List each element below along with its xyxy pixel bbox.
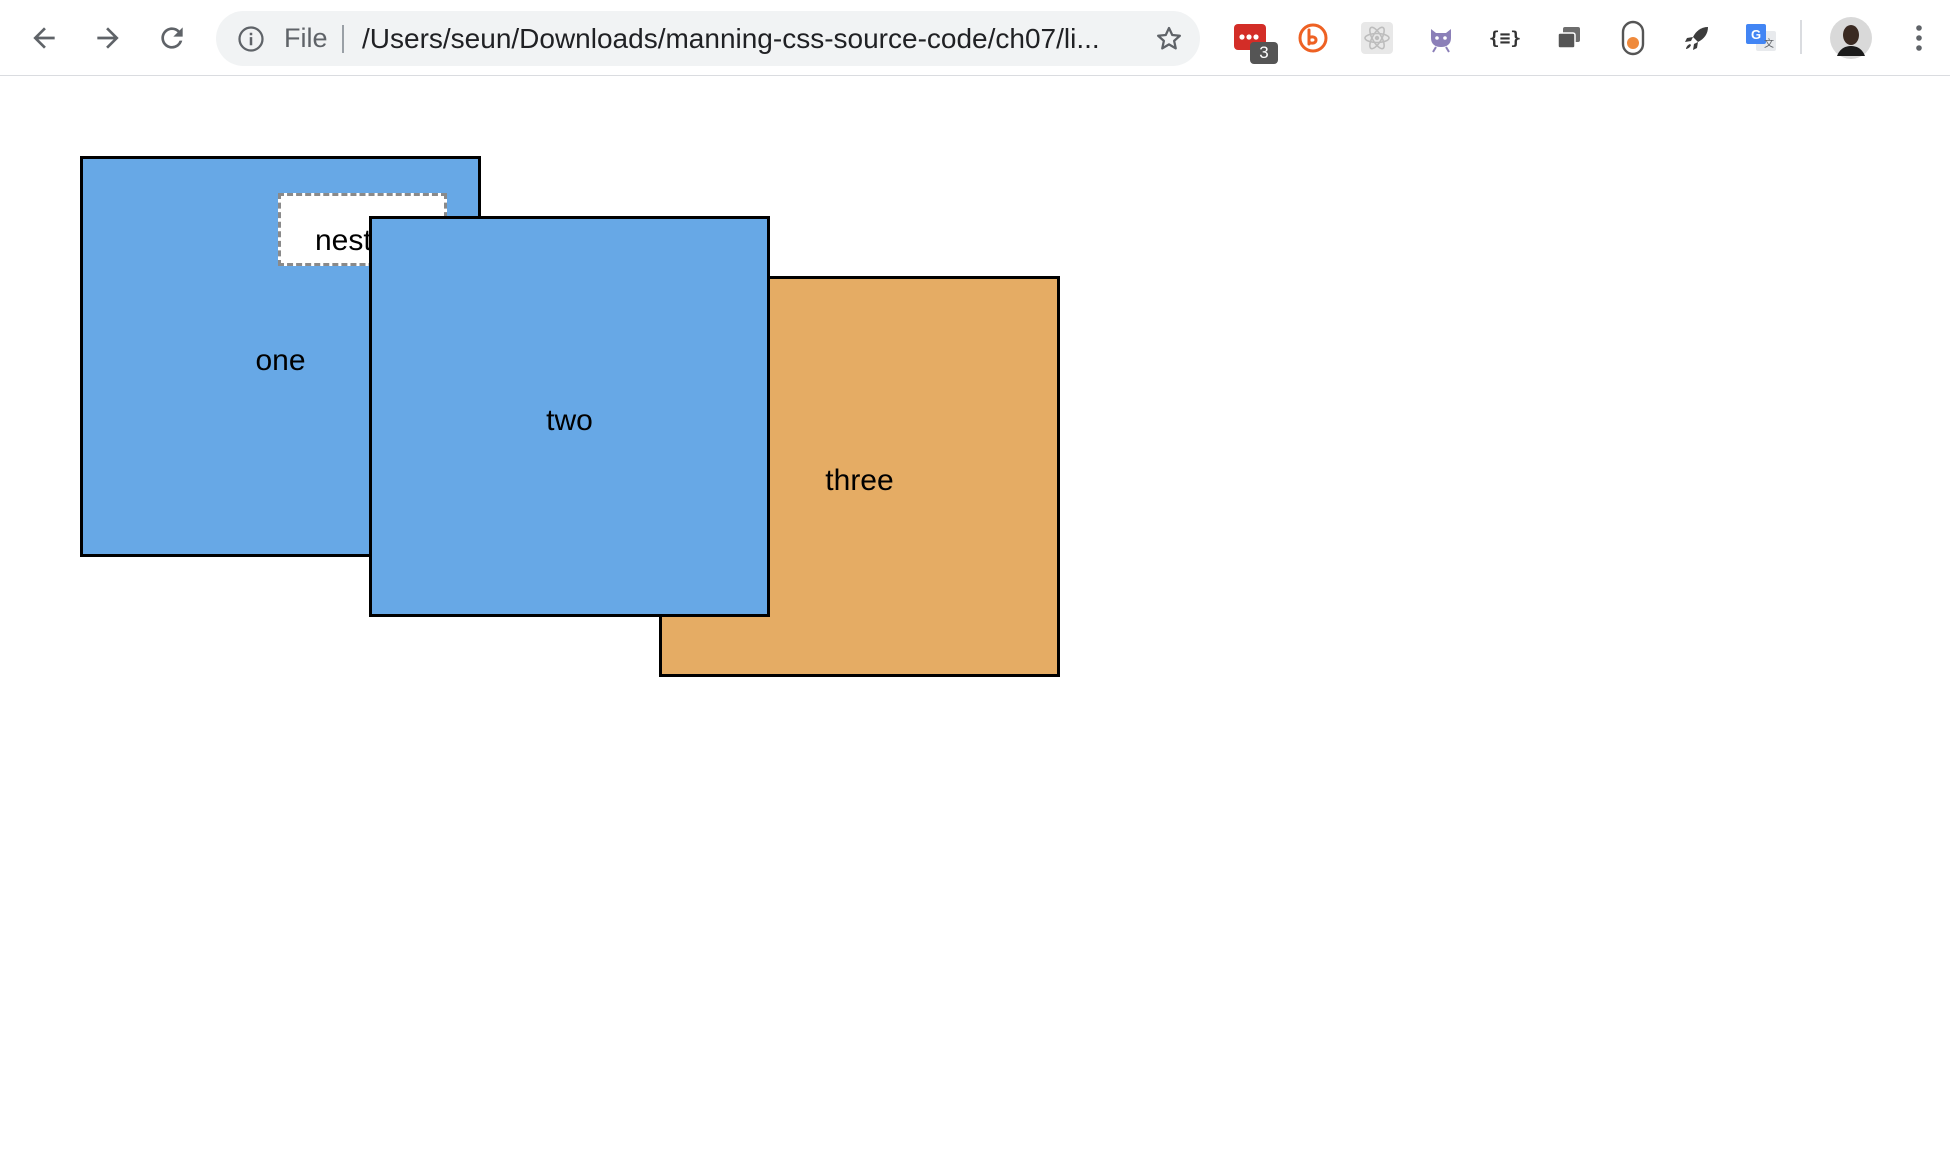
arrow-left-icon [33, 27, 55, 49]
reload-button[interactable] [140, 12, 204, 64]
windows-stack-icon [1557, 27, 1580, 49]
box-two: two [369, 216, 770, 617]
toolbar-divider [1800, 20, 1802, 54]
lastpass-badge: 3 [1250, 42, 1278, 64]
json-viewer-icon: {≡} [1488, 27, 1522, 49]
arrow-right-icon [97, 27, 119, 49]
bitly-icon [1298, 23, 1328, 53]
browser-menu-button[interactable] [1898, 17, 1940, 59]
url-divider [342, 25, 344, 53]
octotree-extension-button[interactable] [1420, 17, 1462, 59]
toggle-icon [1621, 20, 1645, 56]
forward-button[interactable] [76, 12, 140, 64]
reload-icon [161, 27, 183, 49]
info-icon[interactable] [236, 24, 266, 59]
browser-toolbar: File /Users/seun/Downloads/manning-css-s… [0, 0, 1950, 76]
google-translate-icon: G 文 [1746, 24, 1776, 51]
svg-text:G: G [1751, 27, 1761, 42]
box-two-label: two [546, 404, 593, 437]
back-button[interactable] [12, 12, 76, 64]
star-icon[interactable] [1154, 24, 1184, 59]
rocket-extension-button[interactable] [1676, 17, 1718, 59]
octocat-icon [1431, 29, 1451, 53]
svg-text:文: 文 [1764, 37, 1774, 50]
react-icon [1361, 22, 1393, 54]
avatar [1830, 17, 1872, 59]
more-vertical-icon [1916, 25, 1922, 51]
rocket-icon [1685, 27, 1708, 50]
address-bar[interactable]: File /Users/seun/Downloads/manning-css-s… [216, 11, 1200, 66]
json-viewer-extension-button[interactable]: {≡} [1484, 17, 1526, 59]
react-devtools-extension-button[interactable] [1356, 17, 1398, 59]
toggle-extension-button[interactable] [1612, 17, 1654, 59]
url-scheme-label: File [284, 23, 328, 53]
url-text[interactable]: /Users/seun/Downloads/manning-css-source… [362, 11, 1100, 66]
profile-avatar-button[interactable] [1827, 14, 1875, 62]
google-translate-extension-button[interactable]: G 文 [1740, 17, 1782, 59]
bitly-extension-button[interactable] [1292, 17, 1334, 59]
tab-manager-extension-button[interactable] [1548, 17, 1590, 59]
